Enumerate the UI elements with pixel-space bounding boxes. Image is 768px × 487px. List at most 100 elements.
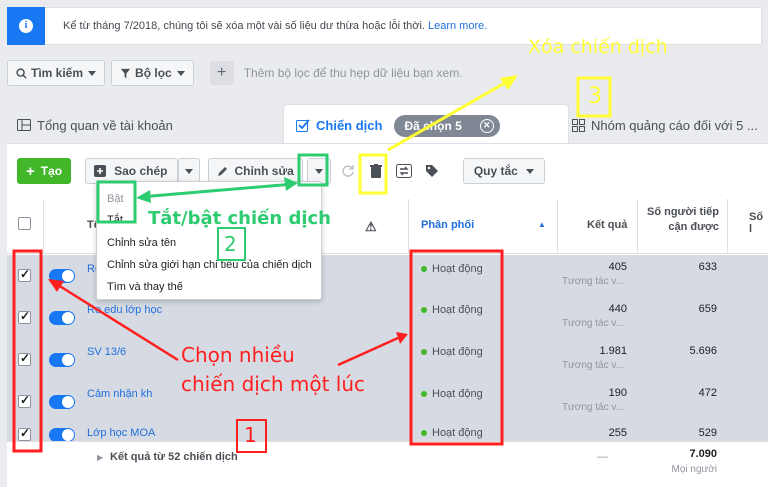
chevron-down-icon <box>525 168 534 174</box>
delivery-status: Hoạt động <box>421 263 483 275</box>
campaign-name[interactable]: Re edu lớp học <box>87 304 162 316</box>
annotation-delete: Xóa chiến dịch <box>528 36 668 58</box>
pencil-icon <box>218 166 228 176</box>
overview-icon <box>17 119 31 131</box>
column-divider <box>408 199 409 254</box>
tag-icon[interactable] <box>419 158 445 184</box>
annotation-num1: 1 <box>244 423 257 447</box>
summary-results: — <box>597 451 608 463</box>
notice-text: Kể từ tháng 7/2018, chúng tôi sẽ xóa một… <box>63 20 425 32</box>
delete-icon[interactable] <box>363 158 389 184</box>
warning-icon: ⚠ <box>365 219 377 234</box>
plus-icon: + <box>217 64 227 81</box>
campaign-name[interactable]: Cảm nhận kh <box>87 388 152 400</box>
menu-item-on[interactable]: Bật <box>107 193 124 205</box>
reach-value: 529 <box>698 427 717 439</box>
column-divider <box>43 199 44 254</box>
row-checkbox[interactable] <box>18 309 31 324</box>
select-all-checkbox[interactable] <box>18 217 31 230</box>
ab-test-icon[interactable] <box>391 158 417 184</box>
results-sub: Tương tác v... <box>562 402 624 413</box>
chevron-down-icon <box>88 70 97 76</box>
header-results[interactable]: Kết quả <box>587 219 627 231</box>
campaign-name[interactable]: SV 13/6 <box>87 346 126 358</box>
tab-label: Chiến dịch <box>316 118 383 133</box>
status-label: Hoạt động <box>432 427 483 439</box>
refresh-icon[interactable] <box>335 158 361 184</box>
results-value: 190 <box>608 387 627 399</box>
campaign-toggle[interactable] <box>49 428 75 441</box>
status-dot-icon <box>421 266 427 272</box>
annotation-num3: 3 <box>588 84 602 109</box>
menu-item-rename[interactable]: Chỉnh sửa tên <box>107 237 176 249</box>
status-label: Hoạt động <box>432 388 483 400</box>
create-button[interactable]: + Tạo <box>17 158 72 184</box>
header-reach[interactable]: Số người tiếp cận được <box>647 205 719 235</box>
tab-label: Tổng quan về tài khoản <box>37 117 173 133</box>
create-label: Tạo <box>40 164 63 178</box>
tab-campaigns[interactable]: Chiến dịch Đã chọn 5 ✕ <box>283 104 569 146</box>
results-value: 440 <box>608 303 627 315</box>
menu-item-off[interactable]: Tắt <box>107 214 123 226</box>
campaign-toggle[interactable] <box>49 395 75 409</box>
search-filter-bar: Tìm kiếm Bộ lọc + Thêm bộ lọc để thu hẹp… <box>7 58 762 88</box>
header-impressions[interactable]: Số l <box>749 211 768 235</box>
selected-count-chip[interactable]: Đã chọn 5 ✕ <box>394 114 500 137</box>
delivery-status: Hoạt động <box>421 346 483 358</box>
add-filter-button[interactable]: + <box>209 61 234 85</box>
rules-button[interactable]: Quy tắc <box>462 158 545 184</box>
selected-count-label: Đã chọn 5 <box>404 118 462 133</box>
tab-account-overview[interactable]: Tổng quan về tài khoản <box>17 104 173 146</box>
filter-placeholder: Thêm bộ lọc để thu hẹp dữ liệu bạn xem. <box>243 66 463 80</box>
expand-icon[interactable]: ▶ <box>97 453 103 462</box>
filter-button[interactable]: Bộ lọc <box>111 60 194 86</box>
learn-more-link[interactable]: Learn more. <box>428 20 487 32</box>
campaign-icon <box>296 119 310 132</box>
campaign-name[interactable]: Lớp học MOA <box>87 427 155 439</box>
results-value: 405 <box>608 261 627 273</box>
delivery-status: Hoạt động <box>421 388 483 400</box>
edit-label: Chỉnh sửa <box>234 164 294 178</box>
campaign-toggle[interactable] <box>49 353 75 367</box>
reach-value: 633 <box>698 261 717 273</box>
table-row[interactable]: Re edu lớp học Hoạt động 440 Tương tác v… <box>7 297 768 339</box>
row-checkbox[interactable] <box>18 351 31 366</box>
table-row[interactable]: Lớp học MOA Hoạt động 255 529 <box>7 423 768 441</box>
annotation-num2: 2 <box>224 232 237 256</box>
close-icon[interactable]: ✕ <box>479 118 494 133</box>
grid-icon <box>572 118 585 132</box>
results-value: 1.981 <box>599 345 627 357</box>
status-dot-icon <box>421 391 427 397</box>
summary-reach-sub: Mọi người <box>671 464 718 475</box>
campaign-toggle[interactable] <box>49 269 75 283</box>
delivery-status: Hoạt động <box>421 427 483 439</box>
menu-item-spend-limit[interactable]: Chỉnh sửa giới hạn chi tiêu của chiến dị… <box>107 259 312 271</box>
chevron-down-icon <box>314 168 323 174</box>
tab-bar: Tổng quan về tài khoản Chiến dịch Đã chọ… <box>7 104 768 146</box>
results-sub: Tương tác v... <box>562 276 624 287</box>
reach-value: 472 <box>698 387 717 399</box>
search-button[interactable]: Tìm kiếm <box>7 60 106 86</box>
annotation-toggle: Tắt/bật chiến dịch <box>148 208 331 229</box>
row-checkbox[interactable] <box>18 267 31 282</box>
reach-value: 5.696 <box>689 345 717 357</box>
row-checkbox[interactable] <box>18 426 31 441</box>
annotation-multi-2: chiến dịch một lúc <box>181 372 365 396</box>
duplicate-icon <box>94 165 107 177</box>
row-checkbox[interactable] <box>18 393 31 408</box>
tab-adsets[interactable]: Nhóm quảng cáo đối với 5 ... <box>572 104 758 146</box>
table-row[interactable]: SV 13/6 Hoạt động 1.981 Tương tác v... 5… <box>7 339 768 381</box>
chevron-down-icon <box>185 168 194 174</box>
summary-label: Kết quả từ 52 chiến dịch <box>110 451 238 463</box>
plus-icon: + <box>26 162 35 180</box>
menu-item-find-replace[interactable]: Tìm và thay thế <box>107 281 183 293</box>
column-divider <box>557 199 558 254</box>
results-sub: Tương tác v... <box>562 318 624 329</box>
sort-asc-icon: ▲ <box>538 220 546 229</box>
table-row[interactable]: Cảm nhận kh Hoạt động 190 Tương tác v...… <box>7 381 768 423</box>
summary-row: ▶ Kết quả từ 52 chiến dịch — 7.090 Mọi n… <box>7 441 768 481</box>
header-delivery[interactable]: Phân phối <box>421 219 474 231</box>
campaign-toggle[interactable] <box>49 311 75 325</box>
rules-label: Quy tắc <box>473 164 518 178</box>
results-value: 255 <box>608 427 627 439</box>
